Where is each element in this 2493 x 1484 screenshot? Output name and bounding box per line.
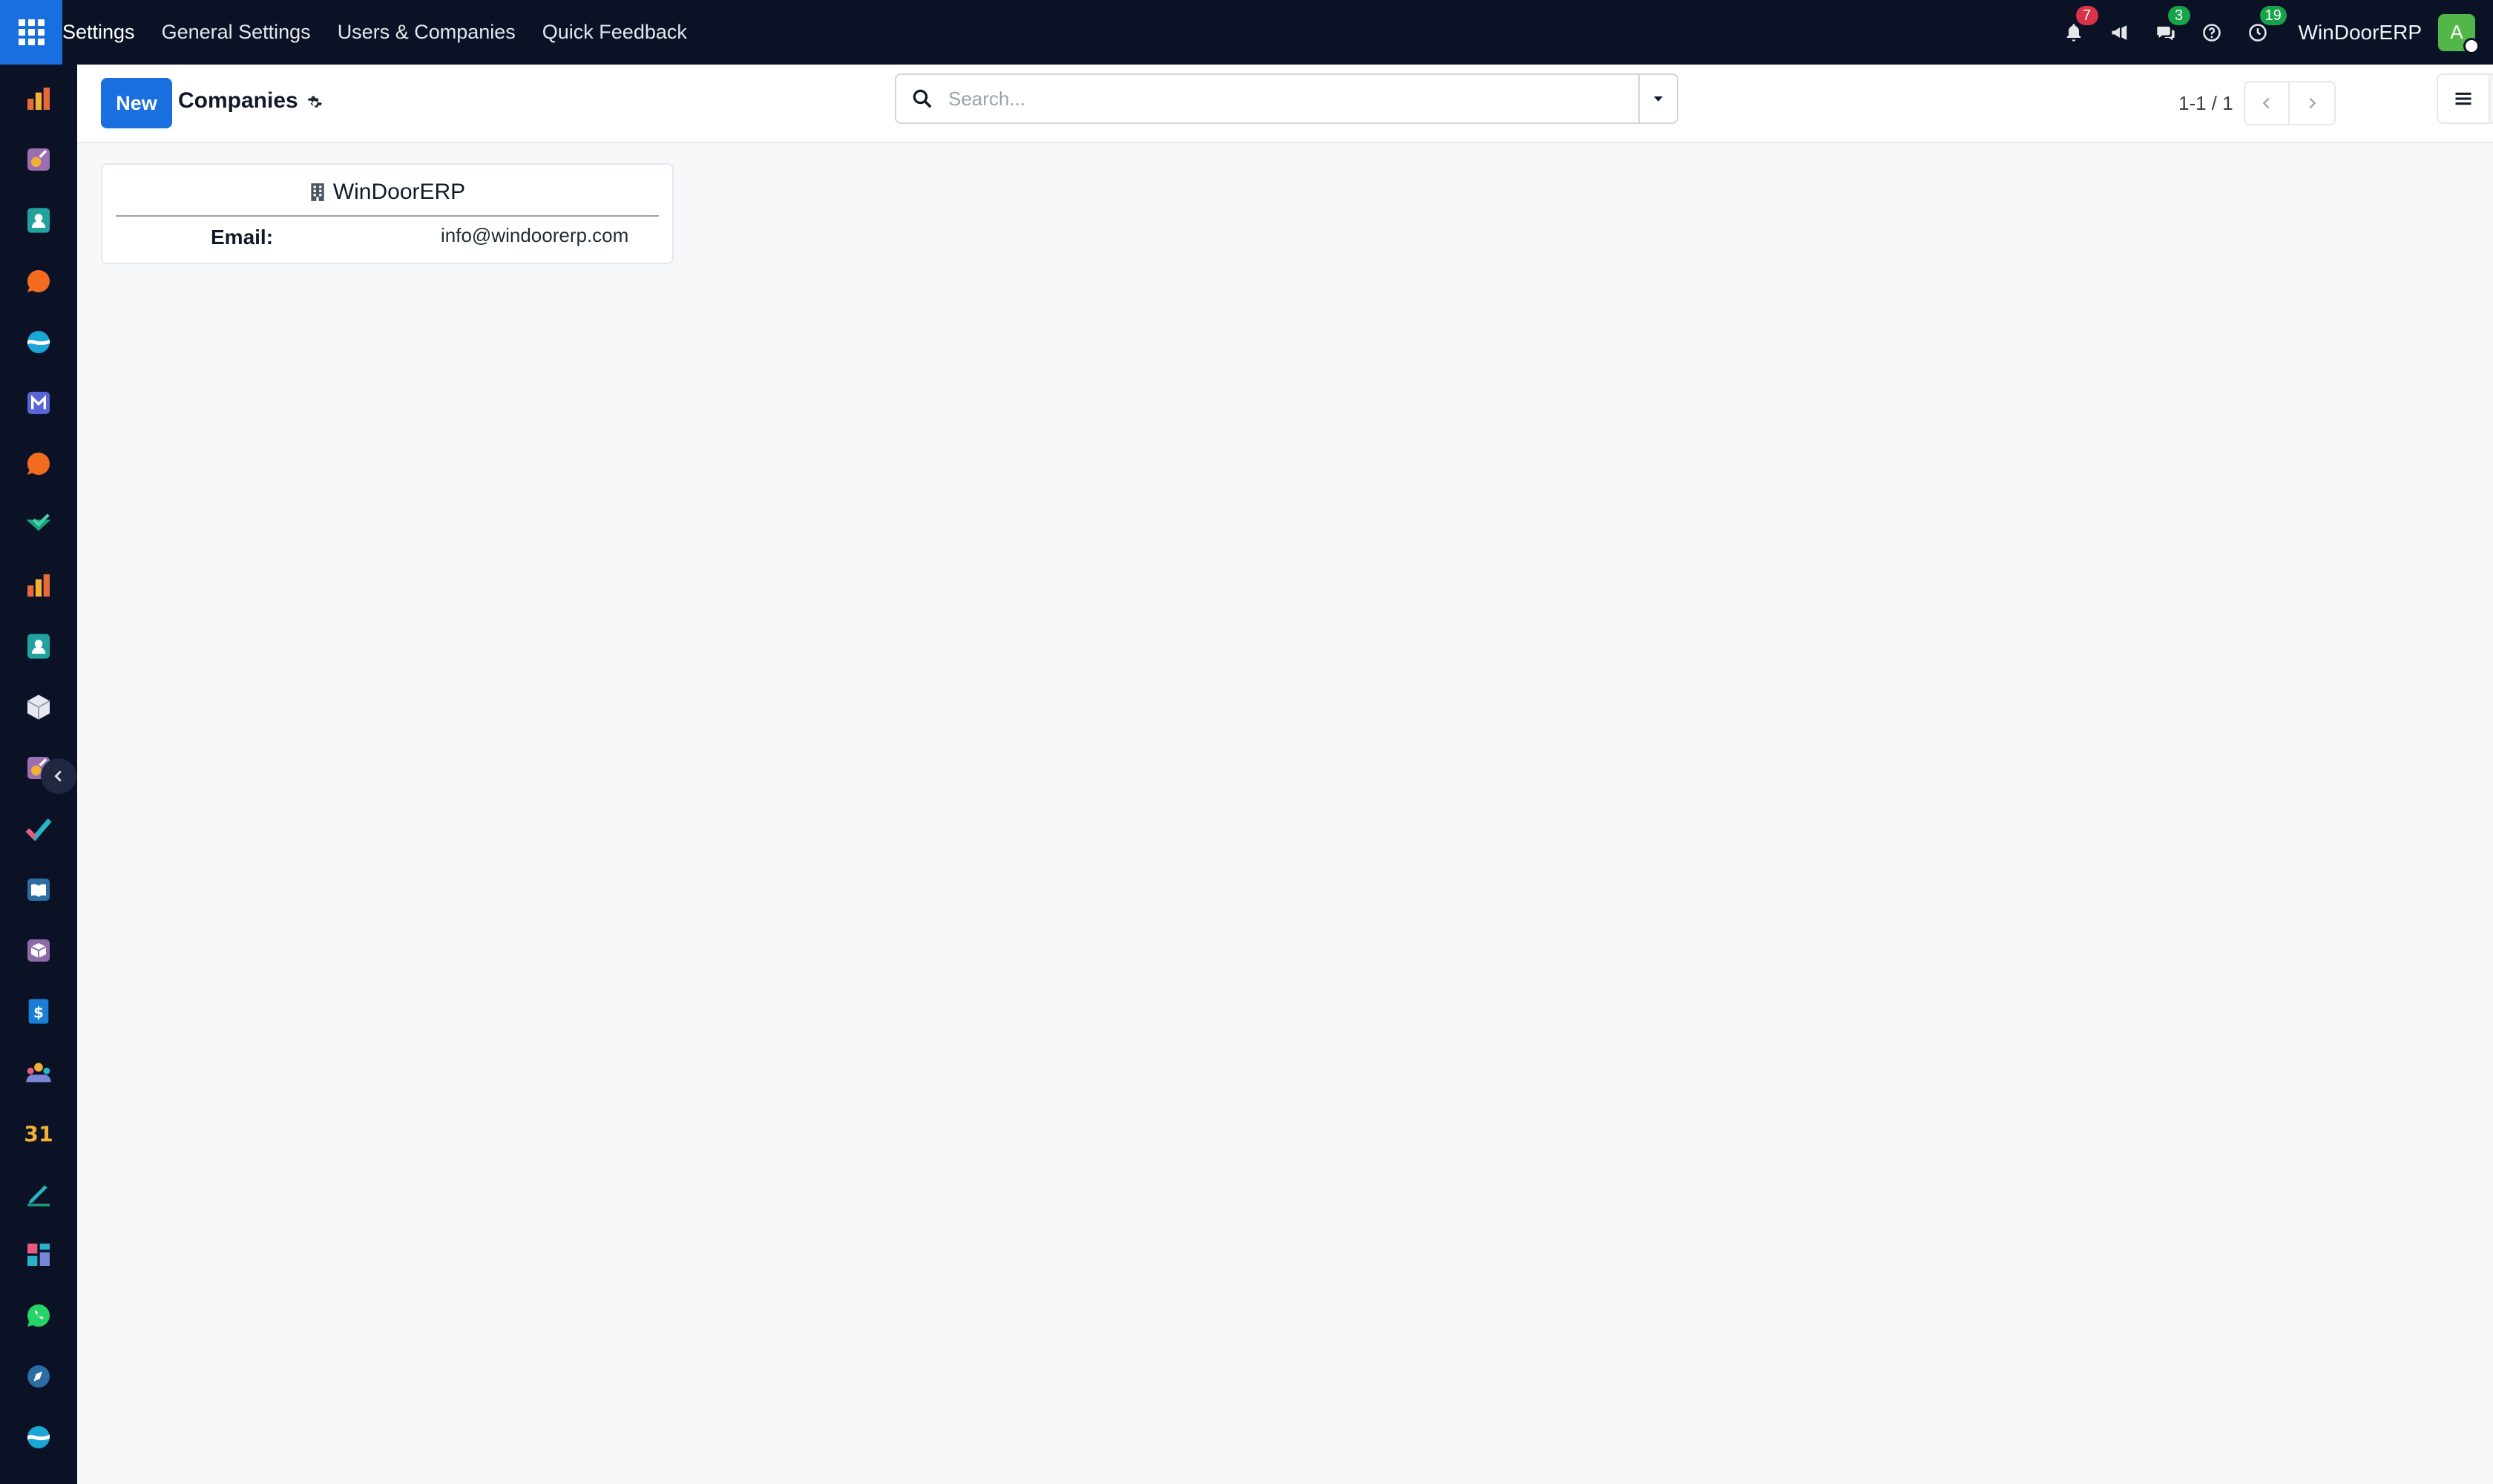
invoice-icon[interactable]: $ [21, 994, 56, 1029]
caret-down-icon [1654, 96, 1663, 102]
card-title: WinDoorERP [102, 180, 672, 205]
grid-icon [18, 19, 45, 45]
menu-item-quick-feedback[interactable]: Quick Feedback [529, 0, 700, 65]
apps-menu-button[interactable] [0, 0, 62, 65]
status-dot-icon [2463, 37, 2480, 54]
control-panel: New Companies 1-1 / 1 [77, 65, 2493, 143]
notifications-badge: 7 [2075, 6, 2098, 25]
pager-next-button[interactable] [2289, 81, 2336, 125]
people-icon[interactable] [21, 1054, 56, 1090]
pen-icon[interactable] [21, 1176, 56, 1212]
mail-icon[interactable] [21, 385, 56, 421]
contacts-icon[interactable] [21, 628, 56, 664]
svg-text:31: 31 [24, 1123, 53, 1147]
search-input[interactable] [948, 76, 1638, 121]
wave-logo-icon[interactable] [21, 1419, 56, 1455]
company-switcher[interactable]: WinDoorERP [2281, 21, 2438, 45]
pager: 1-1 / 1 [2178, 81, 2336, 125]
list-view-button[interactable] [2437, 73, 2490, 124]
chevron-left-icon [54, 770, 62, 782]
gear-icon[interactable] [303, 91, 326, 115]
email-label: Email: [211, 226, 274, 249]
question-icon [2202, 23, 2221, 42]
bar-chart-icon[interactable] [21, 81, 56, 116]
chat-icon [2156, 26, 2175, 40]
checkmark-ribbon-icon[interactable] [21, 507, 56, 542]
kanban-view-button[interactable] [2490, 73, 2493, 124]
activities-badge: 19 [2259, 6, 2287, 25]
menu-item-general-settings[interactable]: General Settings [148, 0, 324, 65]
chat-bubble-icon[interactable] [21, 446, 56, 482]
menu-brand[interactable]: Settings [62, 0, 148, 65]
email-value: info@windoorerp.com [441, 224, 629, 246]
svg-text:$: $ [33, 1003, 44, 1021]
company-card[interactable]: WinDoorERP Email: info@windoorerp.com [101, 163, 674, 264]
chat-bubble-icon[interactable] [21, 263, 56, 299]
book-icon[interactable] [21, 872, 56, 907]
wave-logo-icon[interactable] [21, 324, 56, 360]
dashboard-icon[interactable] [21, 1237, 56, 1273]
clock-icon [2248, 23, 2267, 42]
help-button[interactable] [2189, 0, 2235, 65]
page-title: Companies [178, 88, 298, 113]
app-sidebar: $ 31 [0, 65, 77, 1484]
calendar-icon[interactable]: 31 [21, 1115, 56, 1151]
paint-palette-icon[interactable] [21, 142, 56, 177]
cube-icon[interactable] [21, 689, 56, 725]
compass-icon[interactable] [21, 1359, 56, 1394]
megaphone-icon [2112, 24, 2126, 40]
sidebar-collapse-button[interactable] [41, 758, 76, 794]
new-button[interactable]: New [101, 78, 172, 128]
contacts-icon[interactable] [21, 203, 56, 238]
messages-badge: 3 [2167, 6, 2190, 25]
whatsapp-icon[interactable] [21, 1298, 56, 1333]
bell-icon [2066, 23, 2080, 42]
pager-value[interactable]: 1-1 / 1 [2178, 92, 2233, 115]
view-switcher [2437, 73, 2493, 124]
activities-button[interactable]: 19 [2235, 0, 2287, 65]
company-name: WinDoorERP [332, 180, 466, 204]
search-options-toggle[interactable] [1638, 75, 1677, 122]
main-navbar: Settings General Settings Users & Compan… [0, 0, 2493, 65]
chevron-left-icon [2262, 97, 2270, 109]
notifications-button[interactable]: 7 [2051, 0, 2098, 65]
search-bar [895, 73, 1678, 124]
building-icon [309, 183, 326, 202]
systray: 7 3 19 WinDoorERP A [2051, 0, 2493, 65]
announcements-button[interactable] [2097, 0, 2143, 65]
top-menu: Settings General Settings Users & Compan… [62, 0, 700, 65]
bar-chart-icon[interactable] [21, 568, 56, 603]
box-icon[interactable] [21, 933, 56, 968]
messages-button[interactable]: 3 [2143, 0, 2190, 65]
check-icon[interactable] [21, 811, 56, 847]
card-divider [116, 215, 659, 217]
chevron-right-icon [2309, 97, 2316, 109]
list-icon [2455, 92, 2471, 105]
menu-item-users-companies[interactable]: Users & Companies [324, 0, 529, 65]
avatar-initial: A [2450, 21, 2463, 43]
search-icon[interactable] [896, 75, 948, 122]
user-avatar[interactable]: A [2438, 13, 2480, 54]
pager-previous-button[interactable] [2243, 81, 2290, 125]
